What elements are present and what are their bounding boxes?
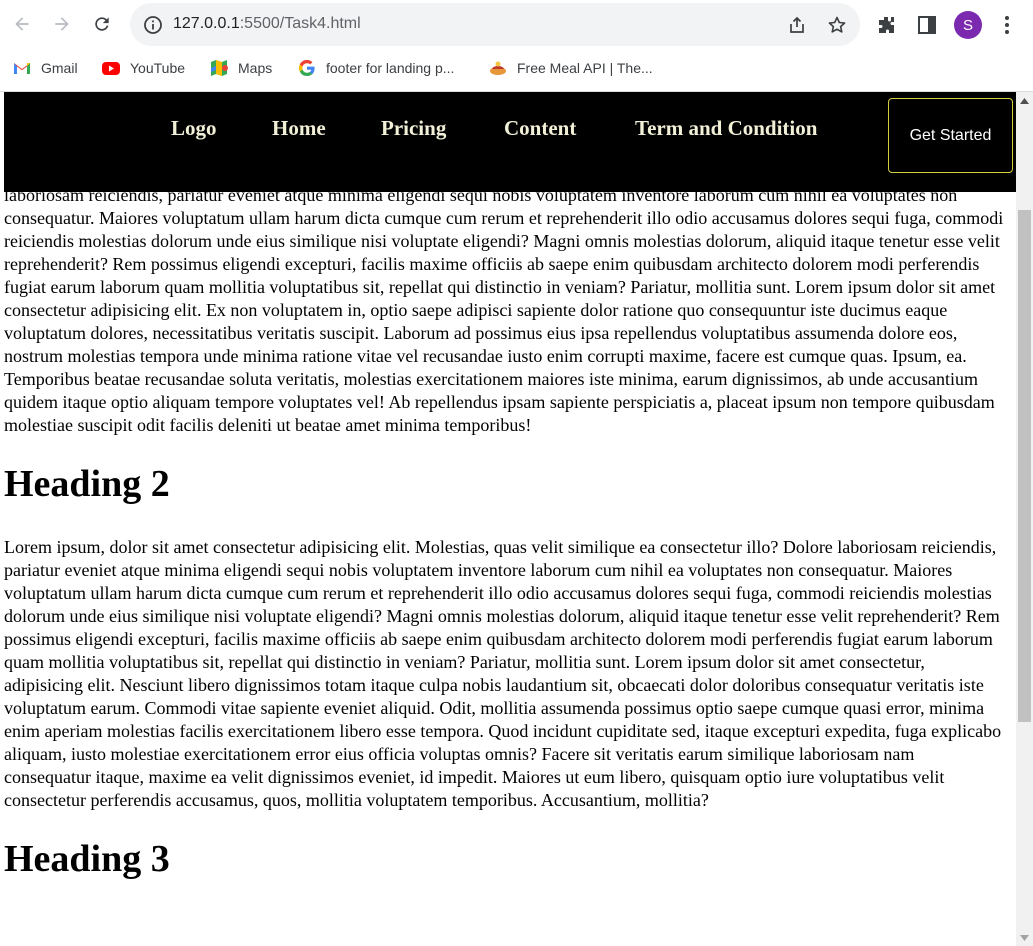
bookmark-maps[interactable]: Maps xyxy=(209,57,272,79)
side-panel-icon[interactable] xyxy=(916,14,938,36)
forward-arrow-icon[interactable] xyxy=(49,11,75,37)
heading-2: Heading 2 xyxy=(4,463,170,505)
share-icon[interactable] xyxy=(787,15,807,35)
bookmark-label: YouTube xyxy=(130,60,186,76)
gmail-icon xyxy=(12,58,32,78)
info-icon[interactable] xyxy=(143,15,163,35)
scroll-up-arrow-icon[interactable] xyxy=(1016,92,1033,109)
page-content: laboriosam reiciendis, pariatur eveniet … xyxy=(4,184,1004,911)
nav-content-link[interactable]: Content xyxy=(504,116,576,141)
star-icon[interactable] xyxy=(827,15,847,35)
bookmark-youtube[interactable]: YouTube xyxy=(101,57,185,79)
bookmark-meal-api[interactable]: Free Meal API | The... xyxy=(488,57,653,79)
browser-chrome: 127.0.0.1:5500/Task4.html S Gmail YouTub… xyxy=(0,0,1033,92)
nav-terms-link[interactable]: Term and Condition xyxy=(635,116,817,141)
extensions-icon[interactable] xyxy=(876,14,898,36)
heading-3: Heading 3 xyxy=(4,838,170,880)
scroll-down-arrow-icon[interactable] xyxy=(1016,929,1033,946)
site-navbar: Logo Home Pricing Content Term and Condi… xyxy=(4,92,1016,192)
nav-home-link[interactable]: Home xyxy=(272,116,326,141)
bookmark-label: footer for landing p... xyxy=(326,60,455,76)
maps-icon xyxy=(209,58,229,78)
bookmark-label: Free Meal API | The... xyxy=(517,60,653,76)
get-started-button[interactable]: Get Started xyxy=(888,98,1013,173)
scrollbar-thumb[interactable] xyxy=(1018,210,1031,722)
bookmark-label: Maps xyxy=(238,60,273,76)
bookmark-label: Gmail xyxy=(41,60,78,76)
paragraph-2: Lorem ipsum, dolor sit amet consectetur … xyxy=(4,537,1002,810)
reload-icon[interactable] xyxy=(89,11,115,37)
url-text[interactable]: 127.0.0.1:5500/Task4.html xyxy=(173,15,361,33)
paragraph-1: laboriosam reiciendis, pariatur eveniet … xyxy=(4,185,1004,435)
page-viewport: laboriosam reiciendis, pariatur eveniet … xyxy=(0,92,1016,946)
nav-logo-link[interactable]: Logo xyxy=(171,116,217,141)
url-host: 127.0.0.1 xyxy=(173,15,240,32)
bookmark-footer[interactable]: footer for landing p... xyxy=(297,57,454,79)
meal-icon xyxy=(488,58,508,78)
google-icon xyxy=(297,58,317,78)
nav-pricing-link[interactable]: Pricing xyxy=(381,116,446,141)
url-path: :5500/Task4.html xyxy=(239,15,361,32)
address-bar[interactable]: 127.0.0.1:5500/Task4.html xyxy=(130,3,860,46)
youtube-icon xyxy=(101,58,121,78)
more-vert-icon[interactable] xyxy=(997,13,1017,37)
profile-avatar[interactable]: S xyxy=(954,11,982,39)
page-scrollbar[interactable] xyxy=(1016,92,1033,946)
bookmarks-bar: Gmail YouTube Maps footer for landing p.… xyxy=(0,50,1033,86)
bookmark-gmail[interactable]: Gmail xyxy=(12,57,78,79)
back-arrow-icon[interactable] xyxy=(9,11,35,37)
browser-toolbar: 127.0.0.1:5500/Task4.html S xyxy=(0,0,1033,50)
